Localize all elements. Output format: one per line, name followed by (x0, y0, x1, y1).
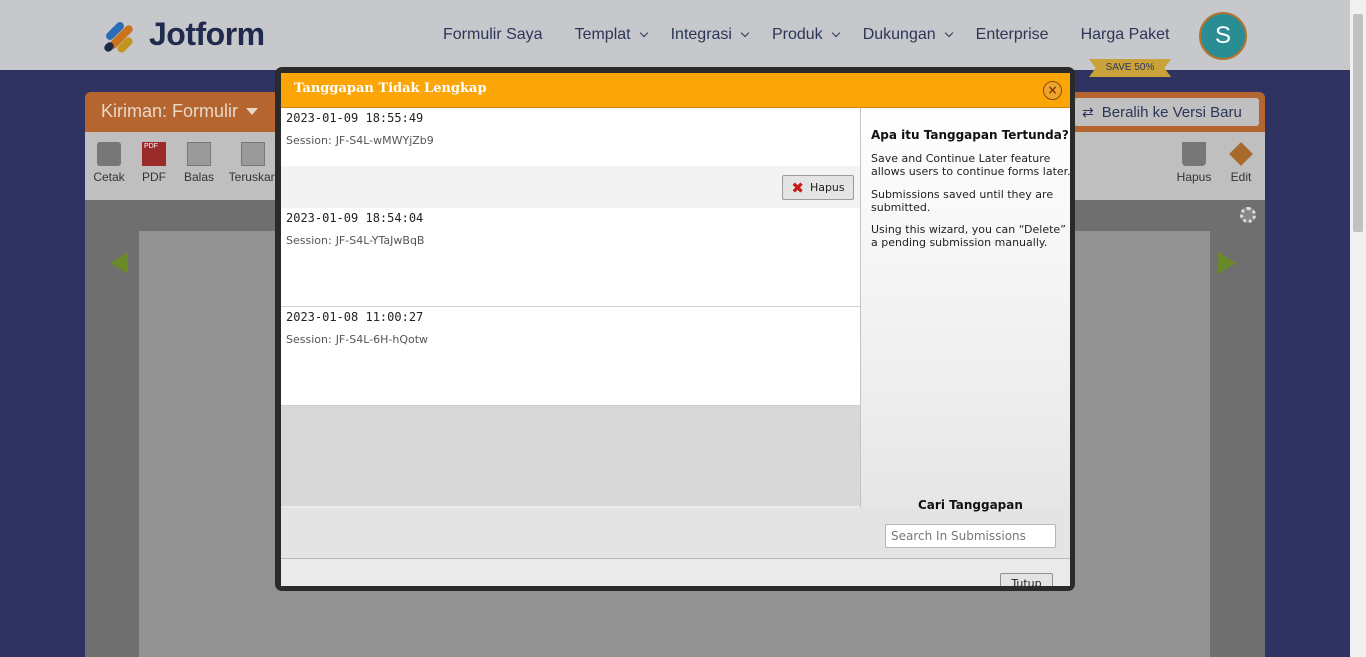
form-selector-dropdown[interactable]: Kiriman: Formulir (101, 101, 259, 122)
switch-version-label: Beralih ke Versi Baru (1101, 103, 1242, 121)
pdf-button[interactable]: PDF PDF (129, 142, 179, 184)
pdf-label: PDF (142, 170, 166, 184)
nav-label: Formulir Saya (443, 26, 543, 43)
jotform-logo[interactable]: Jotform (102, 16, 265, 54)
entry-date: 2023-01-09 18:54:04 (286, 211, 424, 225)
nav-integrasi[interactable]: Integrasi (670, 26, 750, 44)
scrollbar-thumb[interactable] (1353, 14, 1363, 232)
nav-label: Produk (771, 26, 823, 43)
caret-down-icon (246, 108, 259, 115)
gear-icon[interactable] (1240, 207, 1256, 223)
forward-label: Teruskan (228, 170, 278, 184)
reply-label: Balas (183, 170, 215, 184)
info-heading: Apa itu Tanggapan Tertunda? (871, 128, 1069, 142)
info-paragraph: Using this wizard, you can “Delete” a pe… (871, 223, 1066, 249)
info-side-panel: Apa itu Tanggapan Tertunda? Save and Con… (860, 108, 1070, 508)
list-item[interactable]: 2023-01-08 11:00:27 Session: JF-S4L-6H-hQ… (281, 307, 860, 406)
next-arrow-icon[interactable] (1218, 252, 1236, 274)
trash-icon (1182, 142, 1206, 166)
incomplete-submissions-dialog: Tanggapan Tidak Lengkap × 2023-01-09 18:… (281, 73, 1070, 586)
nav-enterprise[interactable]: Enterprise (976, 26, 1049, 44)
nav-label: Harga Paket (1080, 26, 1170, 43)
nav-produk[interactable]: Produk (771, 26, 840, 44)
entry-date: 2023-01-09 18:55:49 (286, 111, 424, 125)
print-label: Cetak (93, 170, 125, 184)
dialog-footer (281, 560, 1070, 586)
chevron-down-icon (639, 28, 648, 38)
envelope-icon (187, 142, 211, 166)
nav-harga-paket[interactable]: Harga Paket (1081, 26, 1170, 44)
delete-pending-label: Hapus (809, 181, 845, 194)
print-button[interactable]: Cetak (84, 142, 134, 184)
info-paragraph: Submissions saved until they are submitt… (871, 188, 1054, 214)
jotform-logo-icon (102, 19, 136, 54)
reply-button[interactable]: Balas (174, 142, 224, 184)
close-button[interactable]: Tutup (1000, 573, 1053, 586)
nav-label: Dukungan (862, 26, 936, 43)
delete-pending-button[interactable]: ✖ Hapus (782, 175, 854, 200)
nav-dukungan[interactable]: Dukungan (862, 26, 953, 44)
search-input[interactable] (885, 524, 1056, 548)
previous-arrow-icon[interactable] (110, 252, 128, 274)
info-paragraph: Save and Continue Later feature allows u… (871, 152, 1070, 178)
user-avatar[interactable]: S (1199, 12, 1247, 60)
form-selector-label: Kiriman: Formulir (101, 101, 239, 121)
pending-submissions-list: 2023-01-09 18:55:49 Session: JF-S4L-wMWYj… (281, 108, 860, 506)
main-nav: Formulir Saya Templat Integrasi Produk D… (443, 26, 1170, 44)
session-id: JF-S4L-6H-hQotw (335, 333, 429, 346)
nav-label: Enterprise (975, 26, 1049, 43)
delete-x-icon: ✖ (791, 178, 804, 197)
entry-actions: ✖ Hapus (281, 166, 860, 208)
forward-button[interactable]: Teruskan (228, 142, 278, 184)
edit-label: Edit (1230, 170, 1252, 184)
edit-submission-button[interactable]: Edit (1216, 142, 1266, 184)
list-item[interactable]: 2023-01-09 18:54:04 Session: JF-S4L-YTaJw… (281, 208, 860, 307)
search-heading: Cari Tanggapan (918, 498, 1023, 512)
switch-version-button[interactable]: ⇄ Beralih ke Versi Baru (1074, 98, 1259, 126)
printer-icon (97, 142, 121, 166)
forward-mail-icon (241, 142, 265, 166)
dialog-title: Tanggapan Tidak Lengkap (294, 81, 487, 96)
session-label: Session: (286, 134, 332, 147)
session-label: Session: (286, 333, 332, 346)
dialog-header: Tanggapan Tidak Lengkap × (281, 73, 1070, 108)
entry-session: Session: JF-S4L-wMWYjZb9 (286, 134, 434, 147)
session-label: Session: (286, 234, 332, 247)
nav-templat[interactable]: Templat (574, 26, 648, 44)
chevron-down-icon (944, 28, 953, 38)
pencil-icon (1229, 142, 1253, 166)
nav-formulir-saya[interactable]: Formulir Saya (443, 26, 543, 44)
delete-submission-button[interactable]: Hapus (1169, 142, 1219, 184)
pdf-icon: PDF (142, 142, 166, 166)
close-icon[interactable]: × (1043, 81, 1062, 100)
nav-label: Templat (574, 26, 631, 43)
entry-session: Session: JF-S4L-YTaJwBqB (286, 234, 424, 247)
session-id: JF-S4L-YTaJwBqB (335, 234, 425, 247)
delete-label: Hapus (1176, 170, 1212, 184)
chevron-down-icon (740, 28, 750, 38)
switch-arrows-icon: ⇄ (1082, 103, 1094, 120)
logo-text: Jotform (149, 16, 265, 52)
entry-date: 2023-01-08 11:00:27 (286, 310, 424, 324)
chevron-down-icon (831, 28, 840, 38)
nav-label: Integrasi (670, 26, 732, 43)
session-id: JF-S4L-wMWYjZb9 (335, 134, 434, 147)
save-badge: SAVE 50% (1089, 59, 1171, 77)
entry-session: Session: JF-S4L-6H-hQotw (286, 333, 428, 346)
list-item[interactable]: 2023-01-09 18:55:49 Session: JF-S4L-wMWYj… (281, 108, 860, 208)
